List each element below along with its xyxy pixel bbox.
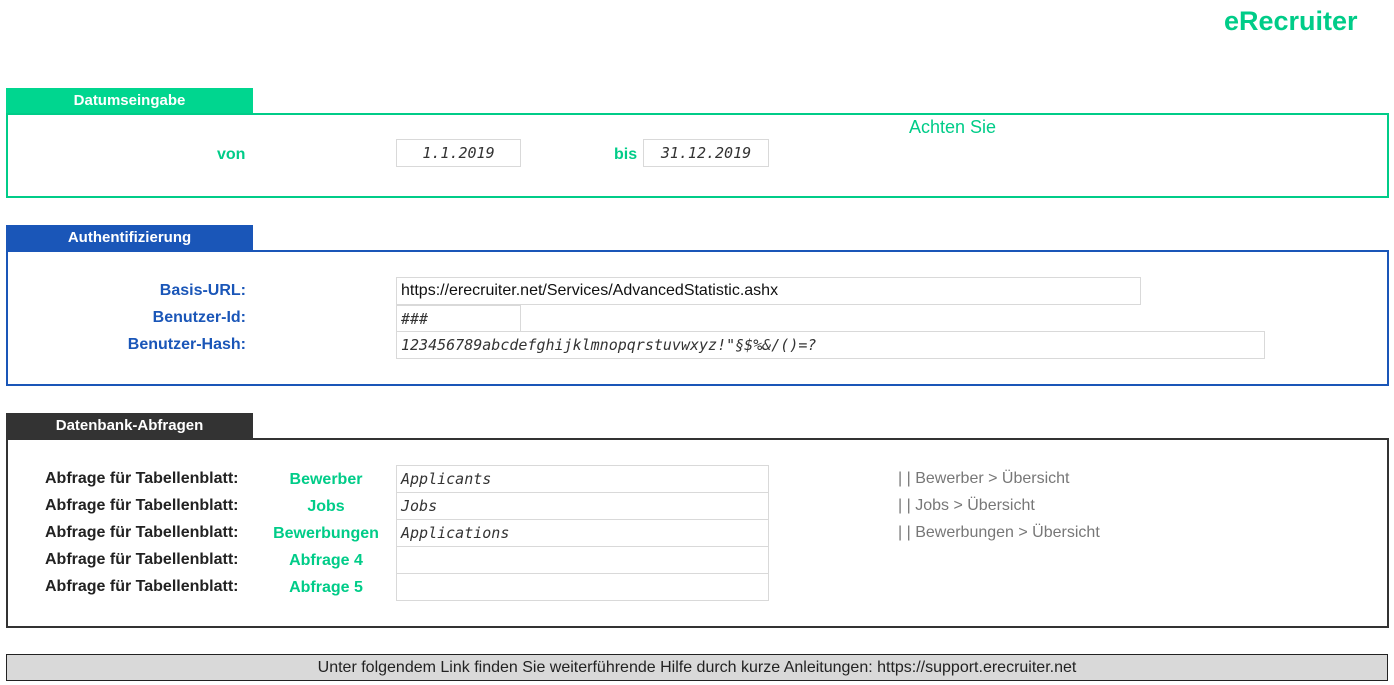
user-hash-label: Benutzer-Hash:	[127, 336, 246, 353]
query-row-label: Abfrage für Tabellenblatt:	[45, 578, 239, 595]
user-hash-input[interactable]: 123456789abcdefghijklmnopqrstuvwxyz!"§$%…	[396, 331, 1265, 359]
auth-section-title: Authentifizierung	[67, 229, 192, 246]
sheet-name: Bewerbungen	[273, 525, 379, 542]
sheet-name: Abfrage 4	[289, 552, 363, 569]
sheet-name: Abfrage 5	[289, 579, 363, 596]
query-input[interactable]: Applications	[396, 519, 769, 547]
auth-section-tab: Authentifizierung	[6, 225, 253, 250]
query-input[interactable]	[396, 573, 769, 601]
from-label: von	[217, 146, 246, 163]
from-date-input[interactable]: 1.1.2019	[396, 139, 521, 167]
user-id-label: Benutzer-Id:	[152, 309, 246, 326]
to-date-input[interactable]: 31.12.2019	[643, 139, 769, 167]
query-input[interactable]: Jobs	[396, 492, 769, 520]
query-input[interactable]	[396, 546, 769, 574]
date-section-tab: Datumseingabe	[6, 88, 253, 113]
to-label: bis	[614, 146, 638, 163]
brand-logo: eRecruiter	[1224, 6, 1358, 36]
base-url-input[interactable]: https://erecruiter.net/Services/Advanced…	[396, 277, 1141, 305]
query-input[interactable]: Applicants	[396, 465, 769, 493]
db-section-title: Datenbank-Abfragen	[55, 417, 204, 434]
query-row-label: Abfrage für Tabellenblatt:	[45, 524, 239, 541]
query-row-label: Abfrage für Tabellenblatt:	[45, 470, 239, 487]
db-section-tab: Datenbank-Abfragen	[6, 413, 253, 438]
help-footer: Unter folgendem Link finden Sie weiterfü…	[6, 654, 1388, 681]
date-section-title: Datumseingabe	[73, 92, 186, 109]
query-row-label: Abfrage für Tabellenblatt:	[45, 497, 239, 514]
attention-note: Achten Sie	[909, 117, 997, 137]
query-row-label: Abfrage für Tabellenblatt:	[45, 551, 239, 568]
sheet-hint: | | Bewerbungen > Übersicht	[898, 524, 1100, 541]
user-id-input[interactable]: ###	[396, 305, 521, 333]
base-url-label: Basis-URL:	[159, 282, 246, 299]
sheet-name: Bewerber	[289, 471, 363, 488]
sheet-name: Jobs	[307, 498, 345, 515]
sheet-hint: | | Jobs > Übersicht	[898, 497, 1035, 514]
help-footer-text[interactable]: Unter folgendem Link finden Sie weiterfü…	[318, 659, 1077, 676]
sheet-hint: | | Bewerber > Übersicht	[898, 470, 1070, 487]
